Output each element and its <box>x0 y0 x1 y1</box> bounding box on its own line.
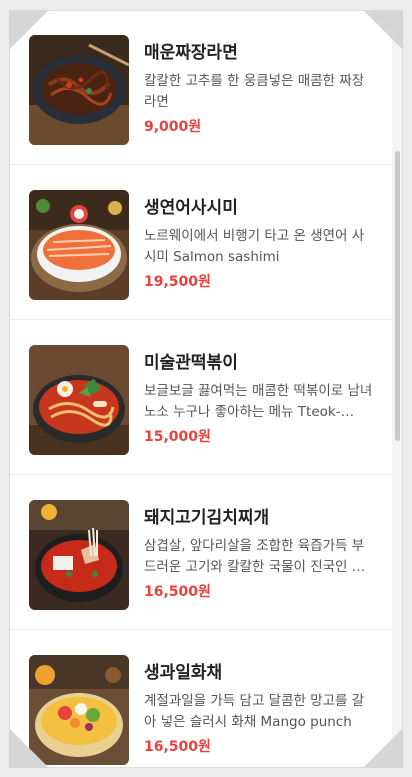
menu-item[interactable]: 생과일화채 계절과일을 가득 담고 달콤한 망고를 갈아 넣은 슬러시 화채 M… <box>10 631 392 767</box>
menu-item-info: 생연어사시미 노르웨이에서 비행기 타고 온 생연어 사시미 Salmon sa… <box>144 196 376 292</box>
corner-decoration <box>9 728 49 768</box>
menu-item-name: 미술관떡볶이 <box>144 353 238 373</box>
menu-item-description: 노르웨이에서 비행기 타고 온 생연어 사시미 Salmon sashimi <box>144 228 365 265</box>
menu-item[interactable]: 미술관떡볶이 보글보글 끓여먹는 매콤한 떡볶이로 남녀노소 누구나 좋아하는 … <box>10 321 392 475</box>
menu-item-name: 생연어사시미 <box>144 198 238 218</box>
menu-list[interactable]: 매운짜장라면 칼칼한 고추를 한 웅큼넣은 매콤한 짜장라면 9,000원 생연… <box>10 11 392 767</box>
menu-item-name: 매운짜장라면 <box>144 43 238 63</box>
menu-item-price: 16,500원 <box>144 584 211 600</box>
menu-item[interactable]: 매운짜장라면 칼칼한 고추를 한 웅큼넣은 매콤한 짜장라면 9,000원 <box>10 11 392 165</box>
scrollbar-thumb[interactable] <box>395 151 400 441</box>
menu-item-price: 19,500원 <box>144 274 211 290</box>
menu-item[interactable]: 돼지고기김치찌개 삼겹살, 앞다리살을 조합한 육즙가득 부드러운 고기와 칼칼… <box>10 476 392 630</box>
menu-item[interactable]: 생연어사시미 노르웨이에서 비행기 타고 온 생연어 사시미 Salmon sa… <box>10 166 392 320</box>
menu-item-info: 생과일화채 계절과일을 가득 담고 달콤한 망고를 갈아 넣은 슬러시 화채 M… <box>144 661 376 757</box>
menu-item-image[interactable] <box>29 500 129 610</box>
corner-decoration <box>363 10 403 50</box>
menu-item-image[interactable] <box>29 345 129 455</box>
menu-item-info: 매운짜장라면 칼칼한 고추를 한 웅큼넣은 매콤한 짜장라면 9,000원 <box>144 41 376 137</box>
menu-item-name: 돼지고기김치찌개 <box>144 508 270 528</box>
menu-item-description: 계절과일을 가득 담고 달콤한 망고를 갈아 넣은 슬러시 화채 Mango p… <box>144 693 365 730</box>
menu-item-price: 15,000원 <box>144 429 211 445</box>
menu-item-image[interactable] <box>29 190 129 300</box>
menu-panel: 매운짜장라면 칼칼한 고추를 한 웅큼넣은 매콤한 짜장라면 9,000원 생연… <box>9 10 403 768</box>
menu-item-description: 보글보글 끓여먹는 매콤한 떡볶이로 남녀노소 누구나 좋아하는 메뉴 Tteo… <box>144 383 373 420</box>
scrollbar-track[interactable] <box>392 11 402 767</box>
menu-item-description: 삼겹살, 앞다리살을 조합한 육즙가득 부드러운 고기와 칼칼한 국물이 진국인… <box>144 538 365 575</box>
menu-item-description: 칼칼한 고추를 한 웅큼넣은 매콤한 짜장라면 <box>144 73 365 110</box>
corner-decoration <box>363 728 403 768</box>
menu-item-image[interactable] <box>29 35 129 145</box>
menu-item-name: 생과일화채 <box>144 663 223 683</box>
menu-item-info: 미술관떡볶이 보글보글 끓여먹는 매콤한 떡볶이로 남녀노소 누구나 좋아하는 … <box>144 351 376 447</box>
menu-item-price: 16,500원 <box>144 739 211 755</box>
menu-item-info: 돼지고기김치찌개 삼겹살, 앞다리살을 조합한 육즙가득 부드러운 고기와 칼칼… <box>144 506 376 602</box>
menu-item-price: 9,000원 <box>144 119 202 135</box>
corner-decoration <box>9 10 49 50</box>
